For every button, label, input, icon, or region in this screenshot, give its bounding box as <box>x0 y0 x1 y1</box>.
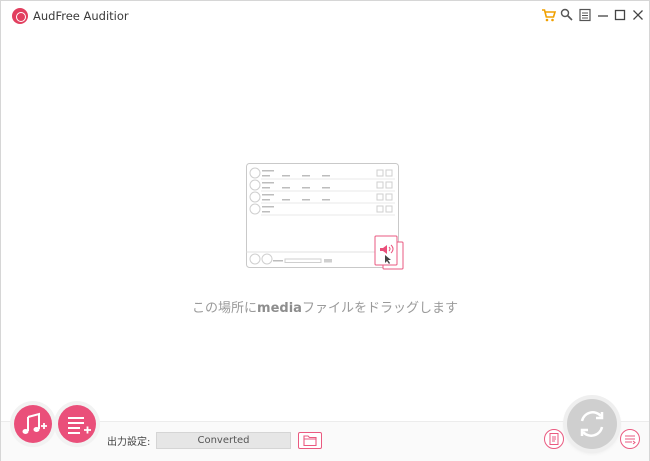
output-label: 出力設定: <box>107 437 151 448</box>
drop-hint-prefix: この場所に <box>192 301 258 316</box>
output-path-field[interactable]: Converted <box>156 432 291 449</box>
convert-refresh-icon <box>580 411 604 437</box>
search-key-icon[interactable] <box>559 7 575 23</box>
maximize-icon[interactable] <box>612 7 628 23</box>
drop-hint-text: この場所にmediaファイルをドラッグします <box>1 297 649 316</box>
app-title: AudFree Auditior <box>33 9 129 23</box>
app-logo-icon <box>12 8 28 24</box>
menu-icon[interactable] <box>577 7 593 23</box>
close-icon[interactable] <box>630 7 646 23</box>
drop-hint-bold: media <box>257 301 302 316</box>
minimize-icon[interactable] <box>595 7 611 23</box>
converted-list-button[interactable] <box>620 429 640 449</box>
cart-icon[interactable] <box>541 7 557 23</box>
drag-illustration-icon <box>246 163 404 270</box>
music-note-add-icon <box>22 412 47 434</box>
format-settings-icon <box>549 433 559 445</box>
open-folder-button[interactable] <box>298 432 322 449</box>
folder-icon <box>303 435 317 447</box>
playlist-add-icon <box>68 417 91 434</box>
app-window: AudFree Auditior この場所にmediaファイルをドラッグします … <box>0 0 650 461</box>
drop-hint-suffix: ファイルをドラッグします <box>301 301 458 316</box>
convert-button[interactable] <box>567 399 617 449</box>
format-settings-button[interactable] <box>544 429 564 449</box>
add-music-button[interactable] <box>14 405 52 443</box>
media-drop-area[interactable]: この場所にmediaファイルをドラッグします <box>1 31 649 421</box>
converted-list-icon <box>625 435 636 445</box>
title-bar: AudFree Auditior <box>1 1 649 31</box>
add-playlist-button[interactable] <box>58 405 96 443</box>
